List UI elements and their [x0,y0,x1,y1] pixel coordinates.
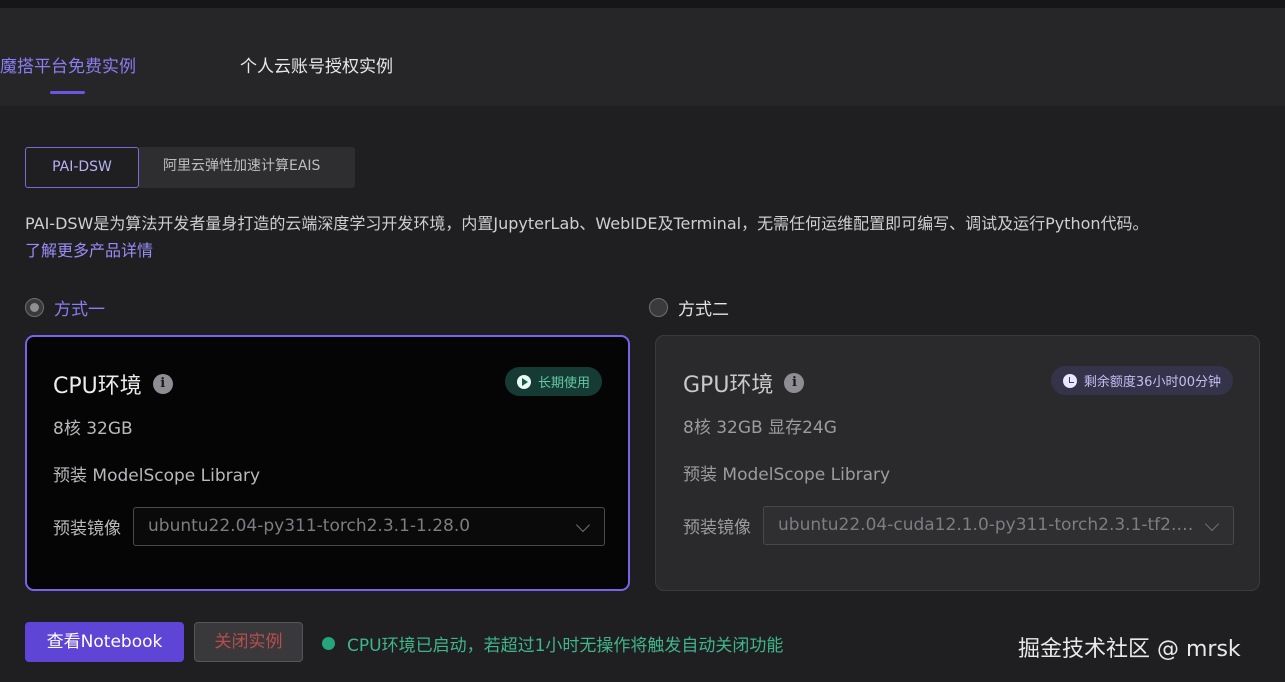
segment-eais[interactable]: 阿里云弹性加速计算EAIS [139,147,355,188]
gpu-image-value: ubuntu22.04-cuda12.1.0-py311-torch2.3.1-… [778,515,1198,535]
cpu-card-title: CPU环境 i [53,368,173,400]
long-term-badge: 长期使用 [504,367,602,396]
tab-free-instance[interactable]: 魔搭平台免费实例 [0,52,136,77]
clock-icon [1062,373,1077,388]
option-two-label: 方式二 [678,300,729,320]
quota-badge: 剩余额度36小时00分钟 [1050,366,1233,395]
chevron-down-icon [575,517,591,533]
chevron-down-icon [1204,516,1220,532]
quota-badge-text: 剩余额度36小时00分钟 [1083,375,1221,390]
gpu-spec: 8核 32GB 显存24G [683,418,837,438]
gpu-title-text: GPU环境 [683,373,774,398]
instance-status: CPU环境已启动，若超过1小时无操作将触发自动关闭功能 [322,631,783,656]
cpu-image-value: ubuntu22.04-py311-torch2.3.1-1.28.0 [148,516,471,536]
gpu-environment-card[interactable]: GPU环境 i 剩余额度36小时00分钟 8核 32GB 显存24G 预装 Mo… [655,335,1260,591]
info-icon[interactable]: i [152,374,173,394]
tab-personal-cloud-instance[interactable]: 个人云账号授权实例 [240,52,393,77]
gpu-image-select[interactable]: ubuntu22.04-cuda12.1.0-py311-torch2.3.1-… [763,506,1234,545]
status-dot-icon [322,637,335,650]
status-text: CPU环境已启动，若超过1小时无操作将触发自动关闭功能 [347,636,784,656]
cpu-image-label: 预装镜像 [53,519,121,539]
instance-tab-bar: 魔搭平台免费实例 个人云账号授权实例 [0,8,1285,106]
play-icon [516,374,531,389]
platform-segmented-control: PAI-DSW 阿里云弹性加速计算EAIS [25,147,355,188]
segment-pai-dsw[interactable]: PAI-DSW [25,147,139,188]
radio-unchecked-icon[interactable] [649,298,668,317]
long-term-badge-text: 长期使用 [537,376,590,391]
view-notebook-button[interactable]: 查看Notebook [25,622,184,662]
cpu-environment-card[interactable]: CPU环境 i 长期使用 8核 32GB 预装 ModelScope Libra… [25,335,630,591]
gpu-image-label: 预装镜像 [683,518,751,538]
radio-checked-icon[interactable] [25,298,44,317]
gpu-card-title: GPU环境 i [683,367,805,399]
info-icon[interactable]: i [784,373,805,393]
close-instance-button[interactable]: 关闭实例 [194,622,303,662]
platform-description: PAI-DSW是为算法开发者量身打造的云端深度学习开发环境，内置JupyterL… [25,214,1149,233]
watermark: 掘金技术社区 @ mrsk [1018,637,1241,662]
option-one-label: 方式一 [54,300,105,320]
option-one-radio[interactable]: 方式一 [25,295,105,320]
cpu-image-select[interactable]: ubuntu22.04-py311-torch2.3.1-1.28.0 [133,507,605,546]
active-tab-indicator [50,91,85,94]
cpu-library: 预装 ModelScope Library [53,466,261,486]
learn-more-link[interactable]: 了解更多产品详情 [25,237,153,261]
gpu-library: 预装 ModelScope Library [683,465,891,485]
cpu-spec: 8核 32GB [53,419,133,439]
top-strip [0,0,1285,8]
option-two-radio[interactable]: 方式二 [649,295,729,320]
cpu-title-text: CPU环境 [53,374,142,399]
